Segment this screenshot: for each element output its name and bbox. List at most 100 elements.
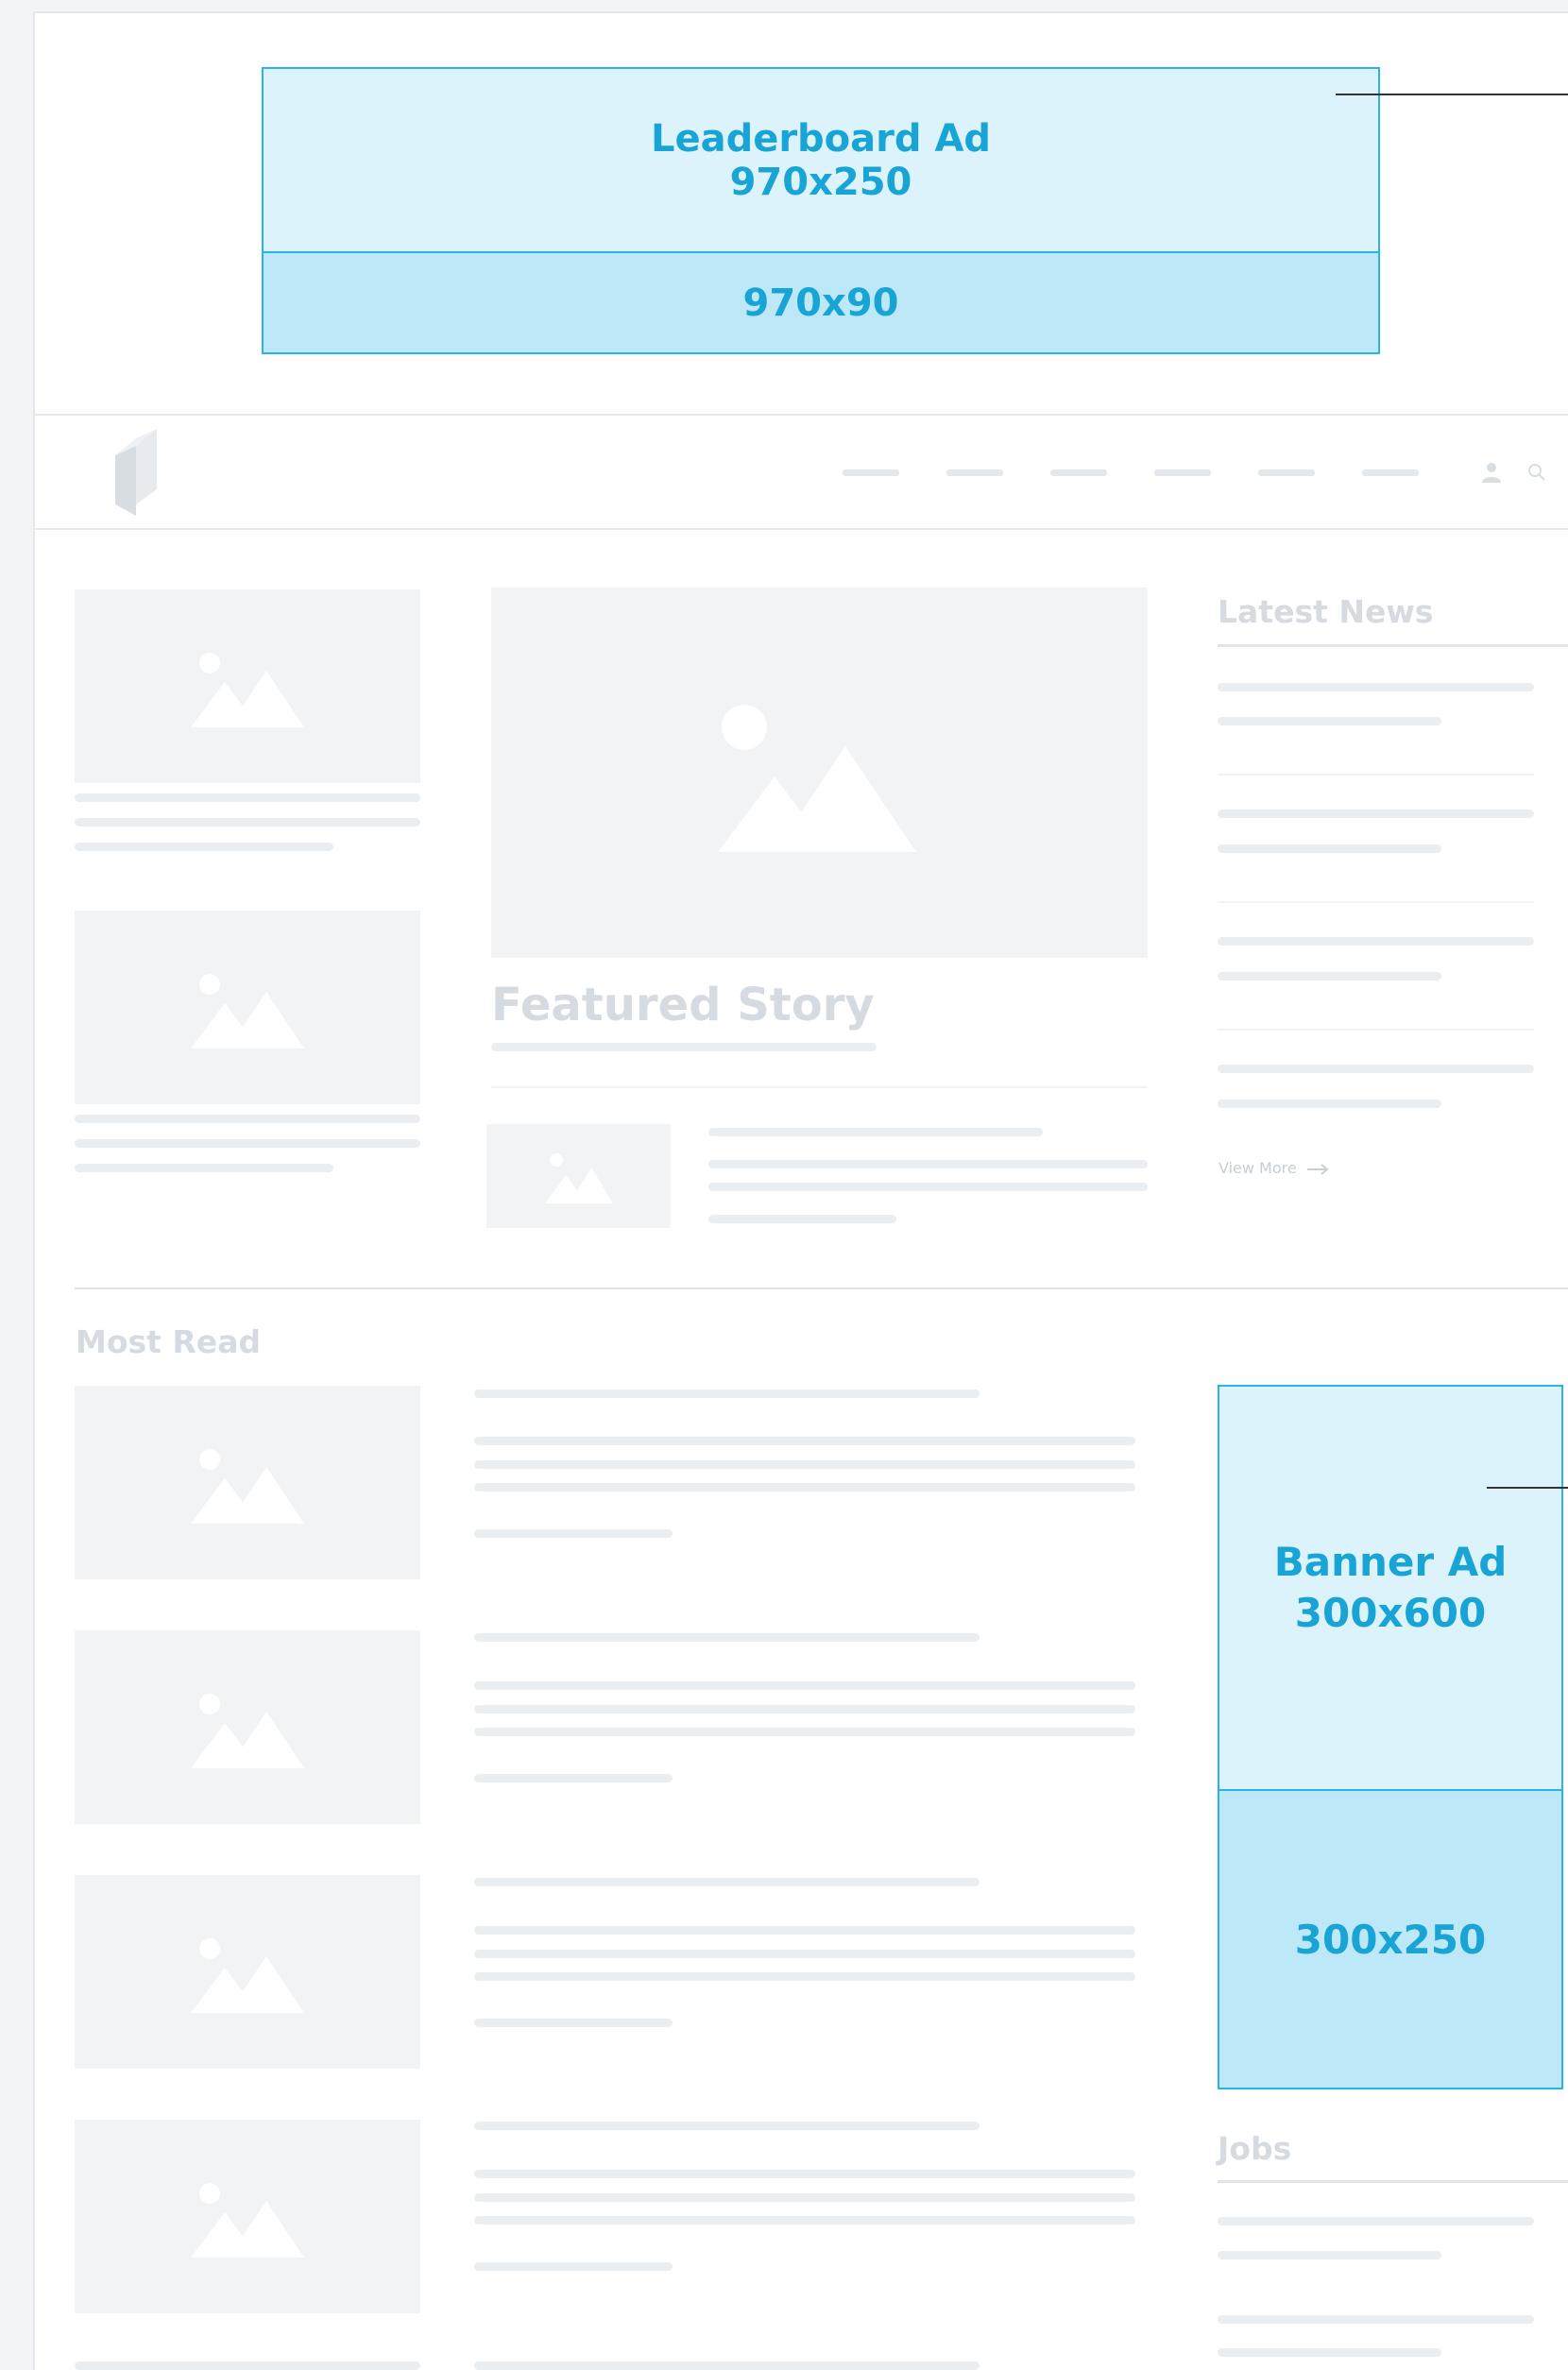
leaderboard-ad-secondary-size: 970x90 — [742, 281, 899, 325]
story-text-line — [75, 793, 420, 802]
nav-item-4[interactable] — [1154, 469, 1211, 476]
most-read-title: Most Read — [76, 1323, 262, 1360]
most-read-line — [474, 2361, 980, 2370]
jobs-line — [1218, 2217, 1534, 2225]
news-line — [1218, 717, 1441, 725]
image-placeholder-icon — [545, 1153, 613, 1203]
header-bottom-border — [35, 528, 1568, 530]
featured-related-line — [708, 1183, 1148, 1191]
news-line — [1218, 683, 1534, 691]
most-read-image — [75, 1630, 420, 1824]
story-text-line — [75, 1115, 420, 1123]
image-placeholder-icon — [191, 2183, 304, 2258]
news-line — [1218, 810, 1534, 818]
most-read-line — [474, 2170, 1135, 2178]
news-line — [1218, 972, 1441, 980]
image-placeholder-icon — [191, 1449, 304, 1524]
latest-news-title: Latest News — [1218, 593, 1434, 630]
most-read-line — [474, 1390, 980, 1398]
news-divider — [1218, 901, 1534, 903]
most-read-line — [474, 1774, 673, 1782]
nav-item-3[interactable] — [1050, 469, 1107, 476]
most-read-line — [474, 2122, 980, 2130]
latest-news-rule — [1218, 644, 1568, 647]
featured-divider — [491, 1086, 1148, 1088]
banner-pointer-line — [1487, 1487, 1568, 1489]
most-read-line — [474, 1681, 1135, 1690]
most-read-line — [474, 1926, 1135, 1935]
page-mockup: Leaderboard Ad 970x250 970x90 Featured S… — [33, 11, 1568, 2370]
most-read-line — [474, 2262, 673, 2271]
most-read-line — [474, 2193, 1135, 2202]
section-divider — [75, 1287, 1568, 1289]
featured-related-line — [708, 1160, 1148, 1168]
most-read-line — [474, 1705, 1135, 1714]
banner-ad[interactable]: Banner Ad 300x600 300x250 — [1218, 1385, 1563, 2089]
jobs-rule — [1218, 2180, 1568, 2183]
image-placeholder-icon — [191, 1938, 304, 2013]
jobs-line — [1218, 2251, 1441, 2259]
featured-related-line — [708, 1215, 896, 1223]
leaderboard-ad-size: 970x250 — [729, 160, 912, 204]
most-read-line — [474, 2019, 673, 2027]
image-placeholder-icon — [191, 653, 304, 727]
story-image — [75, 589, 420, 783]
most-read-line — [75, 2361, 420, 2370]
nav-item-1[interactable] — [843, 469, 899, 476]
banner-ad-title: Banner Ad — [1273, 1539, 1508, 1585]
story-image — [75, 911, 420, 1104]
jobs-line — [1218, 2315, 1534, 2324]
story-text-line — [75, 1164, 333, 1172]
nav-item-5[interactable] — [1258, 469, 1315, 476]
image-placeholder-icon — [191, 1694, 304, 1768]
news-line — [1218, 1065, 1534, 1073]
header-top-border — [35, 414, 1568, 416]
most-read-line — [474, 1460, 1135, 1469]
view-more-link[interactable]: View More — [1219, 1159, 1330, 1177]
image-placeholder-icon — [191, 974, 304, 1049]
user-icon[interactable] — [1480, 461, 1503, 484]
view-more-label: View More — [1219, 1159, 1297, 1177]
search-icon[interactable] — [1527, 463, 1546, 482]
featured-image — [491, 588, 1148, 958]
most-read-line — [474, 1529, 673, 1538]
most-read-image — [75, 1386, 420, 1579]
news-line — [1218, 844, 1441, 853]
banner-ad-primary: Banner Ad 300x600 — [1219, 1387, 1561, 1789]
news-divider — [1218, 1029, 1534, 1031]
most-read-line — [474, 1483, 1135, 1492]
story-text-line — [75, 1139, 420, 1148]
leaderboard-ad-title: Leaderboard Ad — [650, 116, 992, 161]
news-line — [1218, 1100, 1441, 1108]
most-read-image — [75, 1875, 420, 2069]
logo-icon[interactable] — [115, 429, 162, 516]
banner-ad-secondary: 300x250 — [1219, 1791, 1561, 2088]
leaderboard-ad-secondary: 970x90 — [264, 253, 1378, 352]
most-read-image — [75, 2120, 420, 2313]
featured-subline — [491, 1043, 877, 1051]
featured-related-line — [708, 1128, 1043, 1136]
banner-ad-secondary-size: 300x250 — [1294, 1916, 1487, 1963]
banner-ad-size: 300x600 — [1294, 1590, 1487, 1636]
nav-item-2[interactable] — [946, 469, 1003, 476]
image-placeholder-icon — [718, 705, 916, 852]
nav-item-6[interactable] — [1362, 469, 1419, 476]
jobs-title: Jobs — [1218, 2130, 1292, 2167]
most-read-line — [474, 1728, 1135, 1736]
story-text-line — [75, 843, 333, 851]
news-divider — [1218, 774, 1534, 776]
most-read-line — [474, 1950, 1135, 1958]
leaderboard-pointer-line — [1336, 94, 1568, 95]
leaderboard-ad-primary: Leaderboard Ad 970x250 — [264, 69, 1378, 251]
story-text-line — [75, 818, 420, 827]
featured-story-title: Featured Story — [491, 979, 875, 1032]
news-line — [1218, 937, 1534, 946]
featured-related-image — [486, 1124, 671, 1228]
most-read-line — [474, 1878, 980, 1886]
most-read-line — [474, 1437, 1135, 1445]
leaderboard-ad[interactable]: Leaderboard Ad 970x250 970x90 — [262, 67, 1380, 354]
arrow-right-icon — [1306, 1163, 1329, 1175]
most-read-line — [474, 1972, 1135, 1981]
most-read-line — [474, 1633, 980, 1642]
most-read-line — [474, 2216, 1135, 2225]
